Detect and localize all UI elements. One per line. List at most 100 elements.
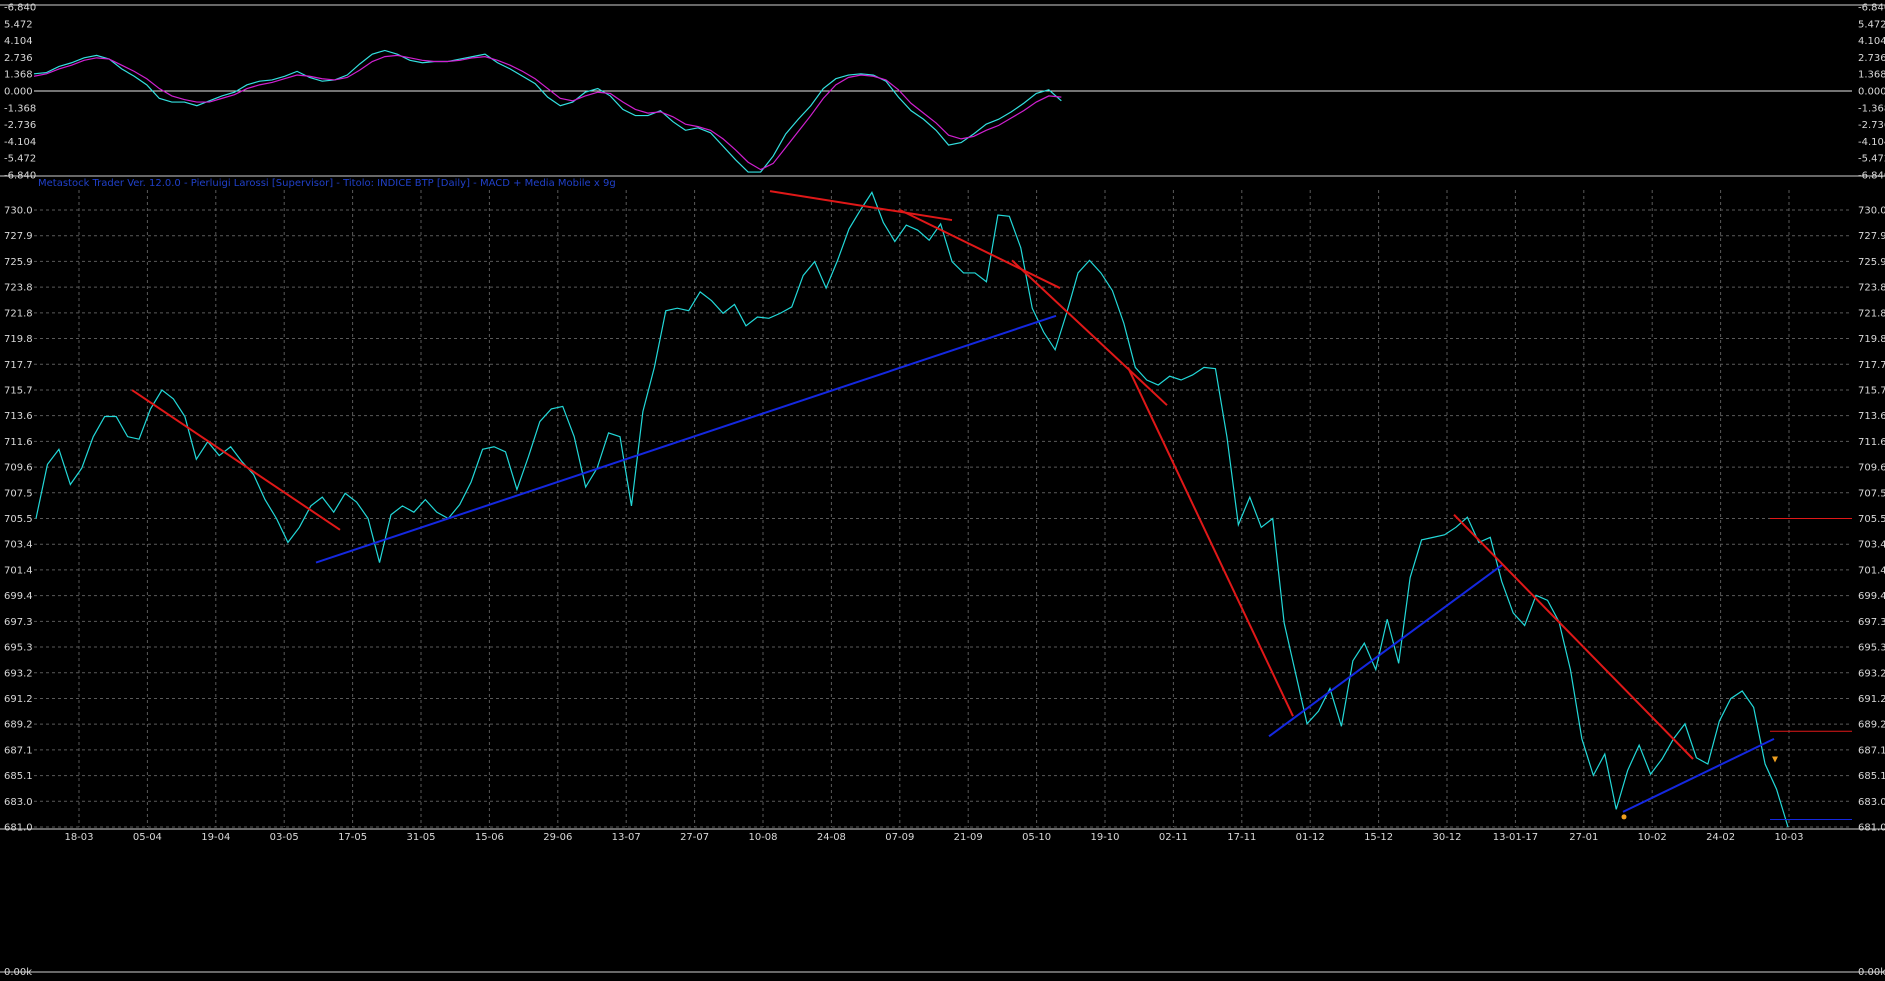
x-tick-label: 29-06 — [543, 832, 572, 843]
price-y-tick-left: 717.7 — [4, 360, 33, 371]
macd-line — [33, 49, 1062, 173]
x-tick-label: 17-05 — [338, 832, 367, 843]
price-y-tick-right: 701.4 — [1858, 565, 1885, 576]
series — [33, 49, 1789, 828]
volume-y-tick-right: 0.00k — [1858, 967, 1885, 977]
chart-canvas: -6.840 -6.840 5.472 5.472 4.104 4.104 2.736 2.7… — [0, 3, 1885, 979]
macd-y-tick-left: 1.368 — [4, 70, 33, 81]
price-y-tick-right: 709.6 — [1858, 463, 1885, 474]
price-y-tick-right: 711.6 — [1858, 437, 1885, 448]
price-y-tick-right: 695.3 — [1858, 643, 1885, 654]
price-y-tick-left: 719.8 — [4, 334, 33, 345]
price-y-tick-left: 725.9 — [4, 257, 33, 268]
price-y-tick-right: 730.0 — [1858, 206, 1885, 217]
trendline-red — [131, 389, 341, 531]
x-tick-label: 17-11 — [1227, 832, 1256, 843]
x-tick-label: 02-11 — [1159, 832, 1188, 843]
price-y-tick-left: 681.0 — [4, 823, 33, 834]
price-y-tick-right: 703.4 — [1858, 540, 1885, 551]
price-y-tick-right: 681.0 — [1858, 823, 1885, 834]
price-y-tick-left: 691.2 — [4, 694, 33, 705]
x-tick-label: 19-10 — [1090, 832, 1119, 843]
x-tick-label: 13-01-17 — [1493, 832, 1538, 843]
macd-y-tick-right: 5.472 — [1858, 19, 1885, 30]
x-tick-label: 01-12 — [1296, 832, 1325, 843]
axes: -6.840 -6.840 5.472 5.472 4.104 4.104 2.736 2.7… — [4, 3, 1885, 979]
price-y-tick-left: 723.8 — [4, 283, 33, 294]
macd-y-tick-right: -2.736 — [1858, 120, 1885, 131]
marker-low — [1621, 814, 1627, 820]
price-y-tick-right: 687.1 — [1858, 745, 1885, 756]
price-y-tick-right: 721.8 — [1858, 308, 1885, 319]
volume-y-tick-left: 0.00k — [4, 967, 32, 977]
price-y-tick-left: 693.2 — [4, 668, 33, 679]
macd-y-tick-right: 0.000 — [1858, 87, 1885, 98]
x-tick-label: 13-07 — [612, 832, 641, 843]
macd-y-tick-left: -4.104 — [4, 137, 36, 148]
price-y-tick-left: 697.3 — [4, 617, 33, 628]
price-y-tick-right: 723.8 — [1858, 283, 1885, 294]
price-y-tick-left: 730.0 — [4, 206, 33, 217]
trendlines — [131, 190, 1852, 820]
signal-line — [33, 54, 1062, 171]
price-y-tick-left: 687.1 — [4, 745, 33, 756]
x-tick-label: 05-10 — [1022, 832, 1051, 843]
price-y-tick-right: 715.7 — [1858, 385, 1885, 396]
x-tick-label: 19-04 — [201, 832, 230, 843]
macd-y-tick-right: -4.104 — [1858, 137, 1885, 148]
macd-y-tick-left: -5.472 — [4, 154, 36, 165]
price-y-tick-left: 703.4 — [4, 540, 33, 551]
x-tick-label: 24-08 — [817, 832, 846, 843]
x-tick-label: 24-02 — [1706, 832, 1735, 843]
macd-y-tick-left: 0.000 — [4, 87, 33, 98]
x-tick-label: 27-01 — [1569, 832, 1598, 843]
price-y-tick-left: 715.7 — [4, 385, 33, 396]
x-tick-label: 15-06 — [475, 832, 504, 843]
macd-y-tick-left: -6.840 — [4, 171, 36, 182]
price-y-tick-right: 727.9 — [1858, 231, 1885, 242]
macd-y-tick-left: -6.840 — [4, 3, 36, 14]
macd-y-tick-left: -1.368 — [4, 103, 36, 114]
trendline-blue — [1268, 564, 1503, 738]
price-y-tick-right: 693.2 — [1858, 668, 1885, 679]
x-tick-label: 21-09 — [954, 832, 983, 843]
price-y-tick-left: 713.6 — [4, 411, 33, 422]
price-y-tick-right: 713.6 — [1858, 411, 1885, 422]
price-y-tick-left: 727.9 — [4, 231, 33, 242]
chart-root: -6.840 -6.840 5.472 5.472 4.104 4.104 2.736 2.7… — [0, 0, 1885, 979]
price-y-tick-left: 683.0 — [4, 797, 33, 808]
trendline-red — [1453, 514, 1694, 760]
price-y-tick-left: 699.4 — [4, 591, 33, 602]
price-y-tick-left: 685.1 — [4, 771, 33, 782]
macd-y-tick-right: -1.368 — [1858, 103, 1885, 114]
macd-y-tick-right: -6.840 — [1858, 3, 1885, 14]
trendline-blue — [315, 314, 1057, 564]
price-y-tick-right: 717.7 — [1858, 360, 1885, 371]
price-y-tick-right: 719.8 — [1858, 334, 1885, 345]
price-y-tick-left: 707.5 — [4, 488, 33, 499]
price-y-tick-left: 711.6 — [4, 437, 33, 448]
x-tick-label: 18-03 — [64, 832, 93, 843]
macd-y-tick-right: 4.104 — [1858, 36, 1885, 47]
chart-title: Metastock Trader Ver. 12.0.0 - Pierluigi… — [38, 178, 616, 189]
x-tick-label: 03-05 — [270, 832, 299, 843]
price-y-tick-left: 701.4 — [4, 565, 33, 576]
macd-y-tick-left: -2.736 — [4, 120, 36, 131]
price-y-tick-right: 685.1 — [1858, 771, 1885, 782]
marker-arrow-down — [1772, 756, 1778, 763]
trendline-red — [1127, 366, 1294, 717]
x-tick-label: 15-12 — [1364, 832, 1393, 843]
x-tick-label: 27-07 — [680, 832, 709, 843]
price-y-tick-right: 689.2 — [1858, 720, 1885, 731]
x-tick-label: 30-12 — [1432, 832, 1461, 843]
macd-y-tick-left: 5.472 — [4, 19, 33, 30]
macd-y-tick-right: 2.736 — [1858, 53, 1885, 64]
macd-y-tick-left: 2.736 — [4, 53, 33, 64]
price-y-tick-left: 695.3 — [4, 643, 33, 654]
price-y-tick-left: 721.8 — [4, 308, 33, 319]
x-tick-label: 10-03 — [1774, 832, 1803, 843]
price-y-tick-right: 699.4 — [1858, 591, 1885, 602]
macd-y-tick-right: 1.368 — [1858, 70, 1885, 81]
price-y-tick-right: 683.0 — [1858, 797, 1885, 808]
macd-y-tick-right: -6.840 — [1858, 171, 1885, 182]
